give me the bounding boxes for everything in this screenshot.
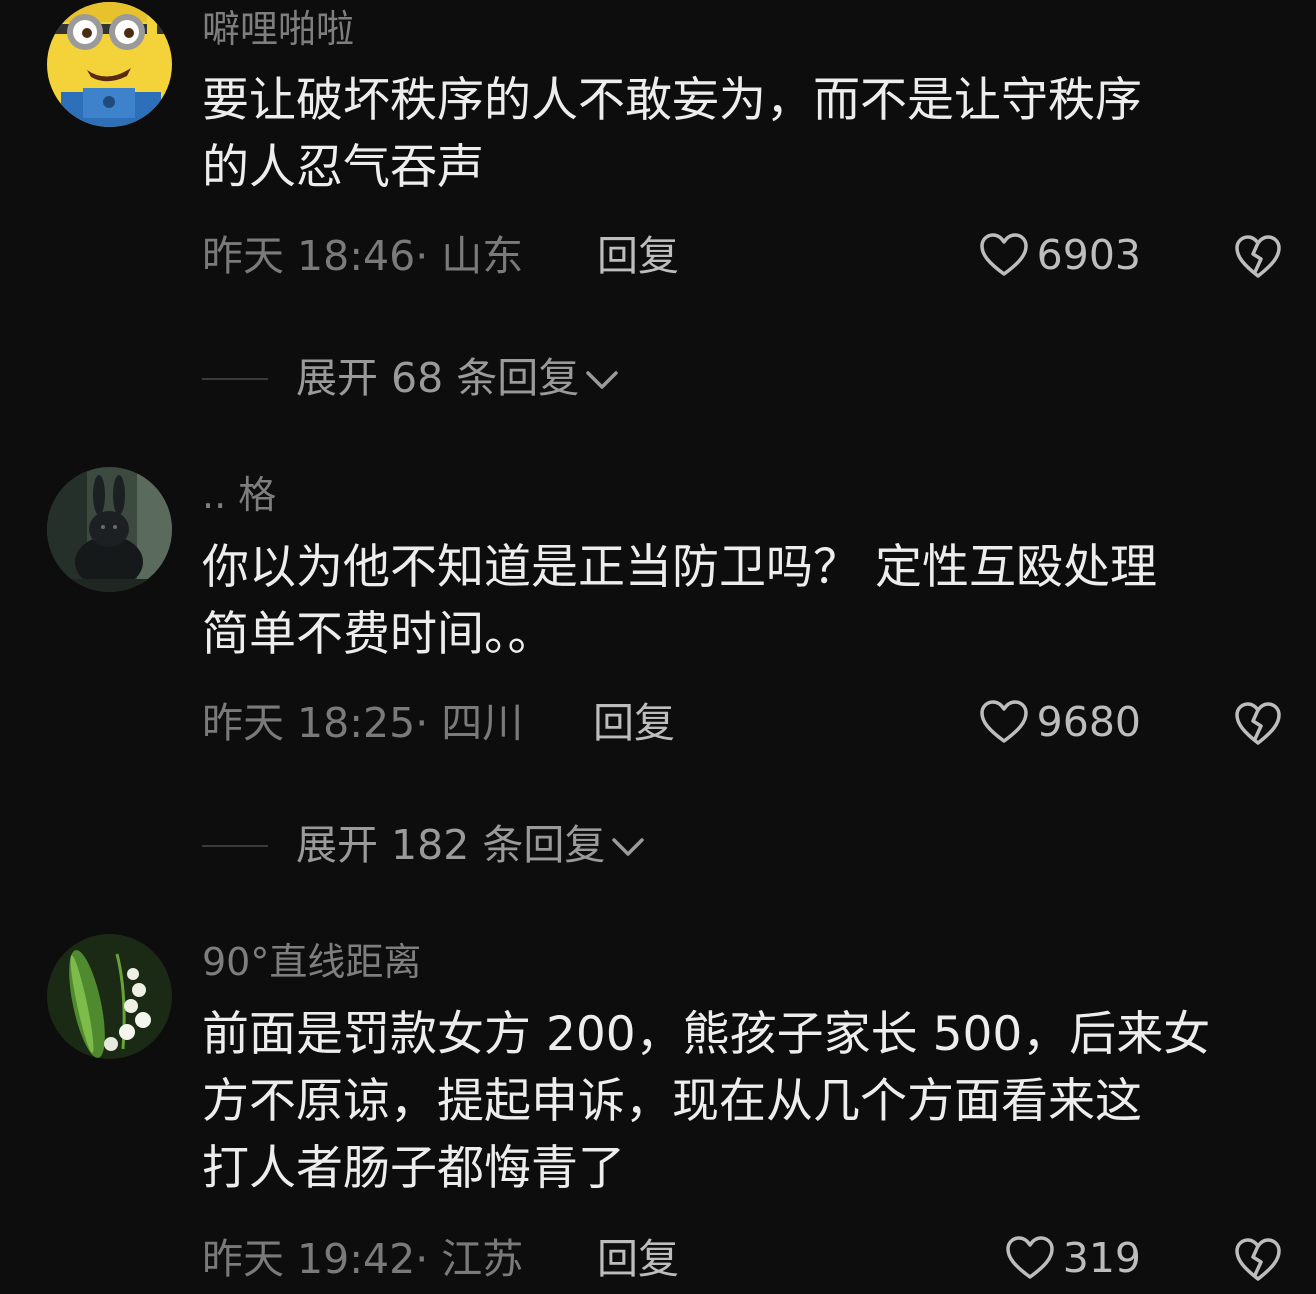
like-button[interactable]: 6903 — [979, 232, 1141, 278]
broken-heart-icon[interactable] — [1234, 701, 1282, 747]
avatar[interactable] — [47, 934, 172, 1059]
expand-replies-button[interactable]: 展开 182 条回复 — [202, 825, 647, 866]
like-button[interactable]: 319 — [1005, 1235, 1141, 1281]
comment-text: 要让破坏秩序的人不敢妄为，而不是让守秩序 的人忍气吞声 — [202, 67, 1297, 201]
heart-outline-icon — [979, 232, 1029, 278]
comment-text-line: 的人忍气吞声 — [202, 140, 484, 195]
comment-text-line: 前面是罚款女方 200，熊孩子家长 500，后来女 — [202, 1007, 1211, 1062]
broken-heart-icon[interactable] — [1234, 1237, 1282, 1283]
chevron-down-icon — [579, 365, 621, 393]
like-count: 6903 — [1036, 230, 1141, 279]
heart-outline-icon — [1005, 1235, 1055, 1281]
broken-heart-icon[interactable] — [1234, 234, 1282, 280]
comment-text-line: 简单不费时间。。 — [202, 607, 555, 662]
divider-line — [202, 844, 268, 847]
like-count: 9680 — [1036, 697, 1141, 746]
comment-text-line: 打人者肠子都悔青了 — [202, 1141, 625, 1196]
reply-button[interactable]: 回复 — [597, 1239, 679, 1280]
divider-line — [202, 377, 268, 380]
reply-button[interactable]: 回复 — [597, 236, 679, 277]
comment-meta: 昨天 19:42· 江苏 — [202, 1235, 524, 1283]
lily-of-the-valley-avatar-image — [47, 934, 172, 1059]
heart-outline-icon — [979, 699, 1029, 745]
username[interactable]: .. 格 — [202, 476, 276, 514]
like-count: 319 — [1062, 1233, 1141, 1282]
minion-avatar-image — [47, 2, 172, 127]
expand-replies-button[interactable]: 展开 68 条回复 — [202, 358, 621, 399]
avatar[interactable] — [47, 2, 172, 127]
rabbit-statue-avatar-image — [47, 467, 172, 592]
comment-text: 前面是罚款女方 200，熊孩子家长 500，后来女 方不原谅，提起申诉，现在从几… — [202, 1001, 1297, 1202]
comment-meta: 昨天 18:25· 四川 — [202, 699, 524, 747]
expand-replies-label: 展开 182 条回复 — [296, 821, 606, 869]
comment-text: 你以为他不知道是正当防卫吗？ 定性互殴处理 简单不费时间。。 — [202, 534, 1297, 668]
comment-text-line: 要让破坏秩序的人不敢妄为，而不是让守秩序 — [202, 73, 1142, 128]
expand-replies-label: 展开 68 条回复 — [296, 354, 580, 402]
username[interactable]: 90°直线距离 — [202, 943, 421, 981]
comment-meta: 昨天 18:46· 山东 — [202, 232, 524, 280]
comment-text-line: 方不原谅，提起申诉，现在从几个方面看来这 — [202, 1074, 1142, 1129]
comment-text-line: 你以为他不知道是正当防卫吗？ 定性互殴处理 — [202, 540, 1157, 595]
avatar[interactable] — [47, 467, 172, 592]
username[interactable]: 噼哩啪啦 — [202, 10, 354, 48]
chevron-down-icon — [605, 832, 647, 860]
like-button[interactable]: 9680 — [979, 699, 1141, 745]
reply-button[interactable]: 回复 — [593, 703, 675, 744]
